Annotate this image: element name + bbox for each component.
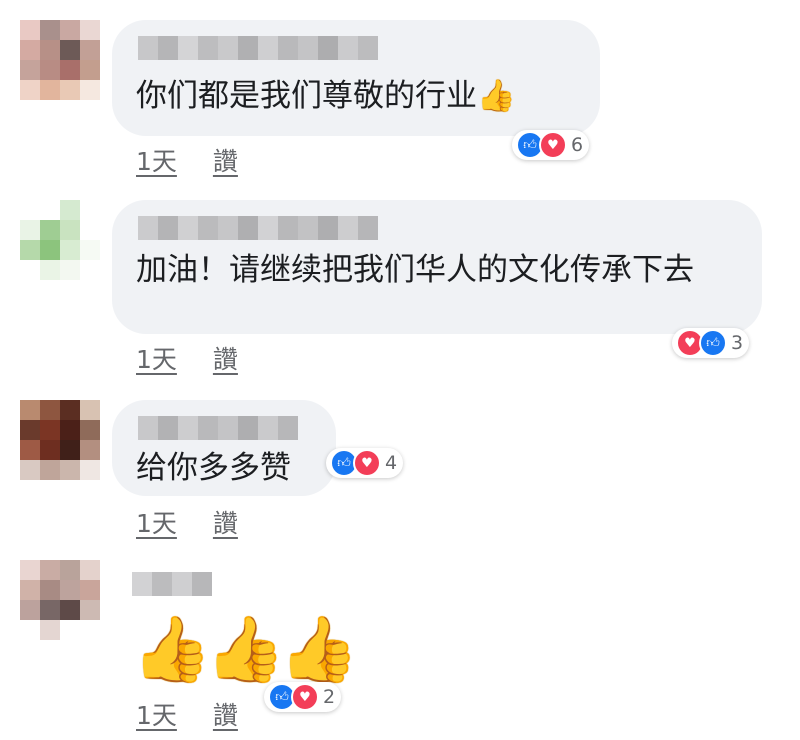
commenter-name-blurred[interactable]: [138, 216, 378, 240]
reaction-summary[interactable]: 👍︎ ♥ 6: [512, 130, 590, 160]
comment-text-content: 给你多多赞: [136, 450, 291, 486]
comment-bubble: 给你多多赞: [112, 400, 336, 496]
comment-text: 加油！请继续把我们华人的文化传承下去: [136, 250, 748, 290]
comment-bubble: 加油！请继续把我们华人的文化传承下去: [112, 200, 762, 334]
timestamp-link[interactable]: 1天: [136, 142, 177, 178]
like-button[interactable]: 讚: [213, 696, 238, 732]
like-reaction-icon: 👍︎: [699, 329, 727, 357]
thumbs-up-emoji: 👍: [477, 78, 516, 114]
like-button[interactable]: 讚: [213, 142, 238, 178]
comment-1: 你们都是我们尊敬的行业👍 👍︎ ♥ 6 1天 讚: [0, 0, 800, 190]
timestamp-link[interactable]: 1天: [136, 696, 177, 732]
avatar[interactable]: [20, 20, 100, 100]
reaction-summary[interactable]: ♥ 👍︎ 3: [672, 328, 750, 358]
comment-meta: 1天 讚: [136, 504, 238, 540]
commenter-name-blurred[interactable]: [138, 36, 378, 60]
like-button[interactable]: 讚: [213, 504, 238, 540]
reaction-count: 2: [323, 686, 336, 708]
comment-meta: 1天 讚: [136, 142, 238, 178]
love-reaction-icon: ♥: [291, 683, 319, 711]
comment-bubble: 你们都是我们尊敬的行业👍: [112, 20, 600, 136]
comment-text: 你们都是我们尊敬的行业👍: [136, 76, 516, 116]
comment-text-content: 你们都是我们尊敬的行业: [136, 78, 477, 114]
love-reaction-icon: ♥: [539, 131, 567, 159]
reaction-count: 4: [385, 452, 398, 474]
comment-text: 给你多多赞: [136, 448, 291, 488]
timestamp-link[interactable]: 1天: [136, 504, 177, 540]
avatar[interactable]: [20, 200, 100, 280]
reaction-summary[interactable]: 👍︎ ♥ 2: [264, 682, 342, 712]
reaction-count: 6: [571, 134, 584, 156]
reaction-summary[interactable]: 👍︎ ♥ 4: [326, 448, 404, 478]
like-button[interactable]: 讚: [213, 340, 238, 376]
avatar[interactable]: [20, 400, 100, 480]
timestamp-link[interactable]: 1天: [136, 340, 177, 376]
comment-meta: 1天 讚: [136, 696, 238, 732]
comment-meta: 1天 讚: [136, 340, 238, 376]
reaction-count: 3: [731, 332, 744, 354]
love-reaction-icon: ♥: [353, 449, 381, 477]
commenter-name-blurred[interactable]: [138, 416, 298, 440]
commenter-name-blurred[interactable]: [132, 572, 212, 596]
comment-text-content: 加油！请继续把我们华人的文化传承下去: [136, 252, 694, 288]
avatar[interactable]: [20, 560, 100, 640]
thumbs-up-emoji-group: 👍👍👍: [132, 613, 359, 687]
